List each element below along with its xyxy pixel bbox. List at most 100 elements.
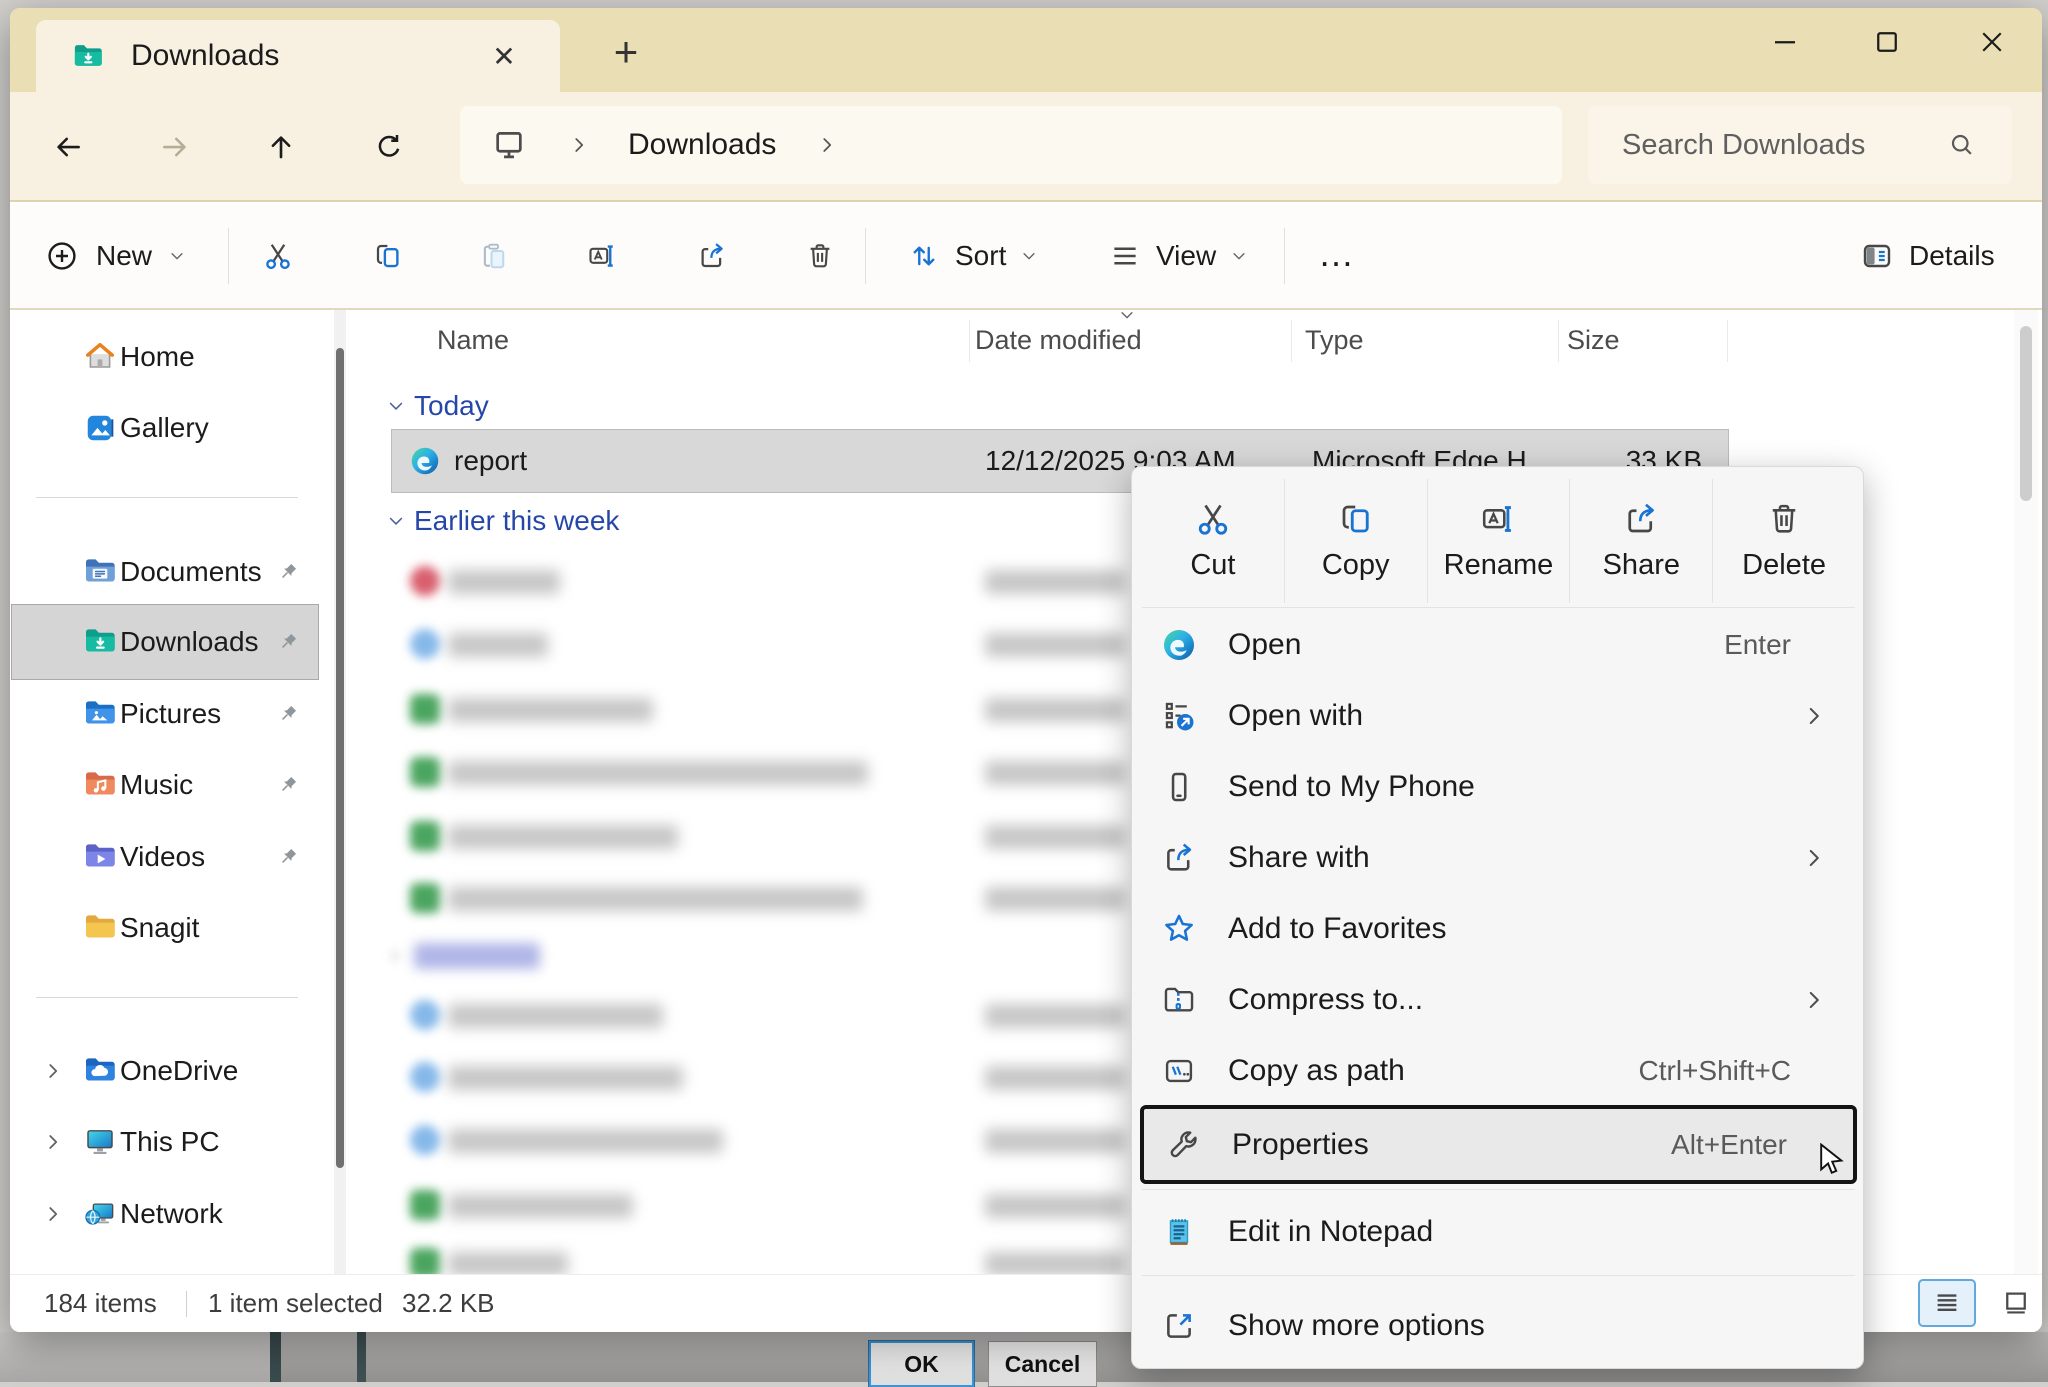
view-button[interactable]: View (1110, 204, 1248, 308)
share-icon[interactable] (697, 241, 727, 271)
sort-descending-chevron-icon (1118, 310, 1136, 324)
tab-close-button[interactable]: ✕ (484, 36, 524, 76)
sidebar-item-label: Snagit (120, 912, 199, 944)
back-icon[interactable] (53, 132, 83, 162)
copy-button[interactable]: Copy (1285, 479, 1428, 603)
menu-item-open[interactable]: Open Enter (1140, 609, 1857, 680)
group-header-earlier-this-week[interactable]: Earlier this week (386, 505, 619, 537)
sidebar-item-videos[interactable]: Videos (16, 826, 316, 888)
view-button-label: View (1156, 240, 1216, 272)
redacted-date (985, 570, 1125, 594)
sidebar-item-home[interactable]: Home (16, 326, 316, 388)
menu-item-share-with[interactable]: Share with (1140, 822, 1857, 893)
paste-icon (479, 241, 509, 271)
column-divider[interactable] (1291, 320, 1292, 362)
maximize-button[interactable] (1854, 18, 1920, 66)
cut-button[interactable]: Cut (1142, 479, 1285, 603)
column-header-name[interactable]: Name (437, 310, 509, 370)
file-list-scrollbar[interactable] (2014, 310, 2038, 1274)
breadcrumb[interactable]: Downloads (460, 106, 1562, 184)
sidebar-scrollbar[interactable] (334, 310, 346, 1274)
new-tab-button[interactable]: + (602, 28, 650, 76)
menu-item-label: Show more options (1228, 1309, 1485, 1343)
menu-item-copy-as-path[interactable]: Copy as path Ctrl+Shift+C (1140, 1035, 1857, 1106)
pin-icon (276, 773, 300, 797)
menu-item-label: Properties (1232, 1128, 1369, 1162)
column-divider[interactable] (1558, 320, 1559, 362)
menu-item-compress-to[interactable]: Compress to... (1140, 964, 1857, 1035)
search-icon[interactable] (1948, 131, 1976, 159)
delete-button[interactable]: Delete (1713, 479, 1855, 603)
rename-button[interactable]: Rename (1428, 479, 1571, 603)
toolbar-separator (228, 228, 229, 284)
column-divider[interactable] (969, 320, 970, 362)
sidebar-item-downloads[interactable]: Downloads (16, 611, 316, 673)
sidebar-item-this-pc[interactable]: This PC (16, 1111, 316, 1173)
minimize-button[interactable] (1752, 18, 1818, 66)
tab-downloads[interactable]: Downloads ✕ (36, 20, 560, 92)
details-view-toggle[interactable] (1918, 1279, 1976, 1327)
close-button[interactable] (1959, 18, 2025, 66)
sidebar-item-music[interactable]: Music (16, 754, 316, 816)
submenu-chevron-icon (1801, 703, 1827, 729)
column-divider[interactable] (1727, 320, 1728, 362)
background-area (0, 1332, 270, 1382)
copy-icon[interactable] (373, 241, 403, 271)
sidebar-item-network[interactable]: Network (16, 1183, 316, 1245)
spreadsheet-file-icon-blurred (410, 1190, 440, 1220)
pin-icon (276, 702, 300, 726)
scrollbar-thumb[interactable] (336, 348, 344, 1168)
menu-item-edit-in-notepad[interactable]: Edit in Notepad (1140, 1196, 1857, 1267)
chevron-down-icon[interactable] (386, 511, 406, 531)
menu-item-properties[interactable]: Properties Alt+Enter (1140, 1105, 1857, 1184)
cut-icon[interactable] (263, 241, 293, 271)
menu-item-label: Compress to... (1228, 983, 1423, 1017)
ok-button[interactable]: OK (869, 1341, 974, 1387)
sidebar-item-onedrive[interactable]: OneDrive (16, 1040, 316, 1102)
open-with-icon (1162, 699, 1196, 733)
menu-item-label: Add to Favorites (1228, 912, 1446, 946)
search-input[interactable]: Search Downloads (1588, 106, 2012, 184)
file-name: report (454, 445, 527, 477)
this-pc-monitor-icon[interactable] (492, 128, 526, 162)
rename-icon[interactable] (587, 241, 617, 271)
chevron-icon-blurred[interactable] (386, 947, 404, 965)
group-header-last-week-redacted[interactable] (386, 940, 540, 972)
chevron-down-icon[interactable] (386, 396, 406, 416)
sidebar-item-documents[interactable]: Documents (16, 541, 316, 603)
cancel-button[interactable]: Cancel (988, 1341, 1097, 1387)
toolbar-separator (865, 228, 866, 284)
menu-item-open-with[interactable]: Open with (1140, 680, 1857, 751)
chevron-right-icon[interactable] (42, 1131, 64, 1153)
breadcrumb-item-downloads[interactable]: Downloads (628, 128, 776, 162)
sort-icon (909, 241, 939, 271)
up-icon[interactable] (266, 132, 296, 162)
chevron-right-icon[interactable] (816, 134, 838, 156)
menu-item-send-to-my-phone[interactable]: Send to My Phone (1140, 751, 1857, 822)
forward-icon[interactable] (160, 132, 190, 162)
sidebar-item-gallery[interactable]: Gallery (16, 397, 316, 459)
delete-icon[interactable] (805, 241, 835, 271)
column-header-type[interactable]: Type (1305, 310, 1364, 370)
share-button[interactable]: Share (1570, 479, 1713, 603)
menu-item-add-to-favorites[interactable]: Add to Favorites (1140, 893, 1857, 964)
new-button[interactable]: New (46, 204, 186, 308)
sidebar-item-pictures[interactable]: Pictures (16, 683, 316, 745)
star-icon (1162, 912, 1196, 946)
sort-button[interactable]: Sort (909, 204, 1038, 308)
thumbnail-view-toggle[interactable] (1987, 1279, 2042, 1327)
quick-action-label: Delete (1742, 549, 1826, 582)
column-header-date-modified[interactable]: Date modified (975, 310, 1142, 370)
chevron-right-icon[interactable] (42, 1203, 64, 1225)
chevron-right-icon[interactable] (42, 1060, 64, 1082)
refresh-icon[interactable] (374, 132, 404, 162)
sidebar-item-snagit[interactable]: Snagit (16, 897, 316, 959)
doc-file-icon-blurred (410, 1125, 440, 1155)
more-options-button[interactable]: … (1318, 204, 1356, 304)
scrollbar-thumb[interactable] (2020, 326, 2032, 501)
menu-item-show-more-options[interactable]: Show more options (1140, 1290, 1857, 1361)
details-pane-button[interactable]: Details (1861, 204, 1995, 308)
group-header-today[interactable]: Today (386, 390, 489, 422)
share-icon (1623, 501, 1659, 537)
column-header-size[interactable]: Size (1567, 310, 1620, 370)
